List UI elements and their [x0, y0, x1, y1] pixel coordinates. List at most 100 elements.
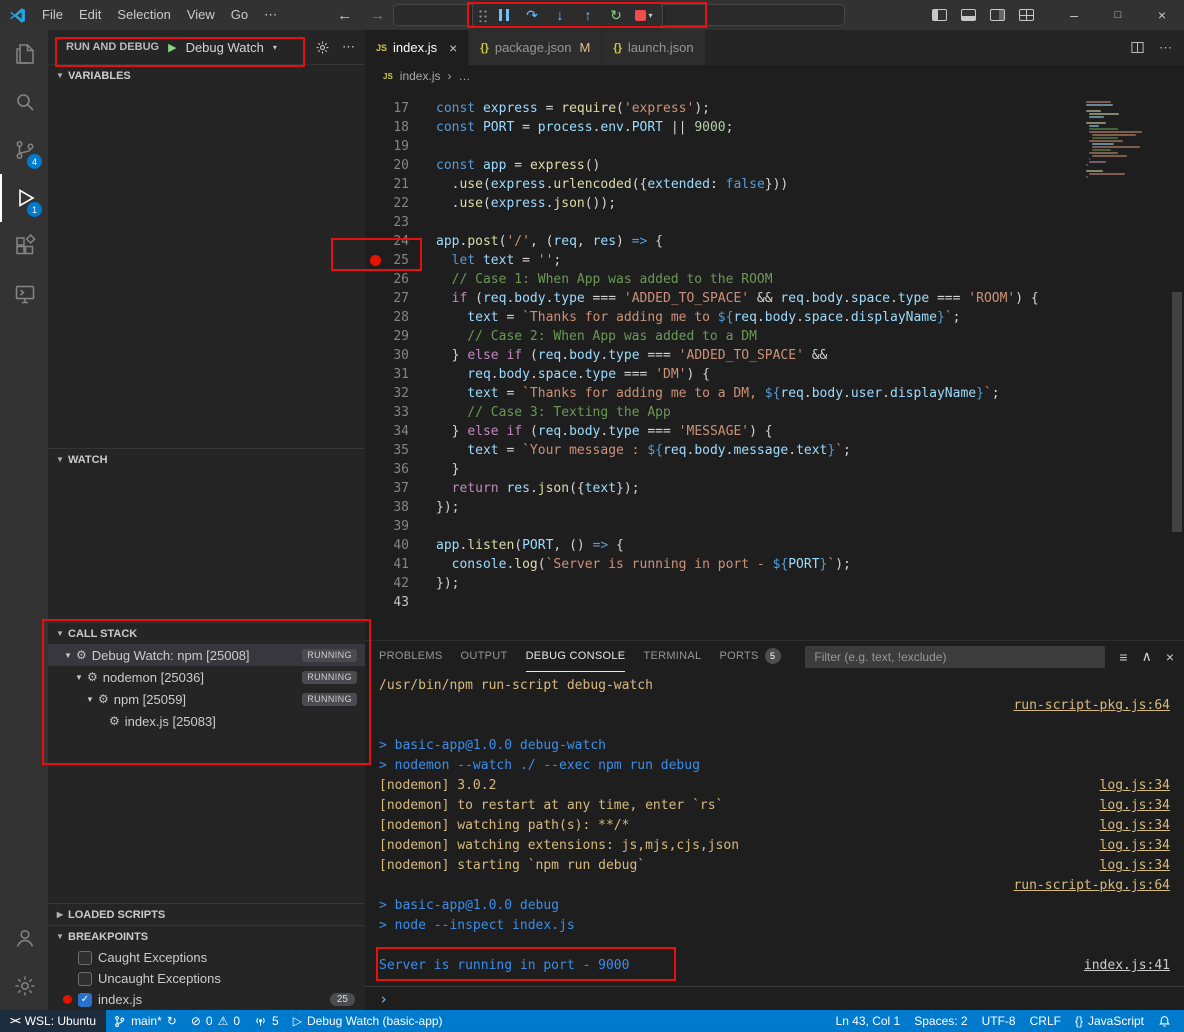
code-line[interactable]: 39 — [365, 517, 1080, 536]
line-number[interactable]: 24 — [385, 232, 409, 251]
source-link[interactable]: log.js:34 — [1100, 856, 1170, 876]
code-line[interactable]: 38}); — [365, 498, 1080, 517]
section-watch[interactable]: ▼ WATCH — [48, 448, 365, 470]
call-stack-row[interactable]: ▼⚙Debug Watch: npm [25008]RUNNING — [48, 644, 365, 666]
code-line[interactable]: 34 } else if (req.body.type === 'MESSAGE… — [365, 422, 1080, 441]
step-into-button[interactable]: ↓ — [547, 5, 573, 25]
code-line[interactable]: 28 text = `Thanks for adding me to ${req… — [365, 308, 1080, 327]
breakpoint-row[interactable]: ✓index.js25 — [48, 989, 365, 1010]
console-filter-input[interactable] — [805, 646, 1105, 668]
glyph-margin[interactable] — [365, 175, 385, 194]
breakpoint-checkbox[interactable] — [78, 972, 92, 986]
code-line[interactable]: 43 — [365, 593, 1080, 612]
glyph-margin[interactable] — [365, 479, 385, 498]
breadcrumb-file[interactable]: index.js — [400, 69, 441, 83]
filter-lines-icon[interactable]: ≡ — [1119, 649, 1127, 665]
line-number[interactable]: 26 — [385, 270, 409, 289]
glyph-margin[interactable] — [365, 498, 385, 517]
menu-item[interactable]: Edit — [71, 0, 109, 30]
editor-tab[interactable]: {}launch.json — [602, 30, 705, 65]
twistie-icon[interactable]: ▼ — [73, 673, 85, 682]
step-over-button[interactable]: ↷ — [519, 5, 545, 25]
maximize-panel-icon[interactable]: ∧ — [1142, 648, 1152, 665]
code-line[interactable]: 19 — [365, 137, 1080, 156]
cursor-position[interactable]: Ln 43, Col 1 — [829, 1010, 908, 1032]
code-editor[interactable]: 17const express = require('express');18c… — [365, 87, 1184, 640]
more-actions-icon[interactable]: ⋯ — [1159, 40, 1172, 56]
notifications-bell[interactable] — [1151, 1010, 1178, 1032]
line-number[interactable]: 34 — [385, 422, 409, 441]
minimize-button[interactable]: – — [1052, 0, 1096, 30]
line-number[interactable]: 17 — [385, 99, 409, 118]
glyph-margin[interactable] — [365, 270, 385, 289]
source-link[interactable]: log.js:34 — [1100, 796, 1170, 816]
customize-layout-icon[interactable] — [1019, 9, 1034, 21]
gear-icon[interactable] — [315, 40, 330, 55]
code-line[interactable]: 17const express = require('express'); — [365, 99, 1080, 118]
code-line[interactable]: 20const app = express() — [365, 156, 1080, 175]
line-number[interactable]: 25 — [385, 251, 409, 270]
language-indicator[interactable]: {} JavaScript — [1068, 1010, 1151, 1032]
pause-button[interactable] — [491, 5, 517, 25]
source-link[interactable]: log.js:34 — [1100, 836, 1170, 856]
panel-tab-problems[interactable]: PROBLEMS — [379, 641, 443, 672]
code-line[interactable]: 31 req.body.space.type === 'DM') { — [365, 365, 1080, 384]
nav-back-icon[interactable]: ← — [337, 7, 352, 24]
code-line[interactable]: 40app.listen(PORT, () => { — [365, 536, 1080, 555]
line-number[interactable]: 35 — [385, 441, 409, 460]
breadcrumb[interactable]: JS index.js › … — [365, 65, 1184, 87]
line-number[interactable]: 42 — [385, 574, 409, 593]
line-number[interactable]: 20 — [385, 156, 409, 175]
editor-tab[interactable]: {}package.jsonM — [469, 30, 602, 65]
minimap[interactable] — [1080, 87, 1170, 640]
menu-item[interactable]: File — [34, 0, 71, 30]
code-line[interactable]: 42}); — [365, 574, 1080, 593]
glyph-margin[interactable] — [365, 137, 385, 156]
sidebar-item-run-and-debug[interactable]: 1 — [0, 174, 48, 222]
source-link[interactable]: index.js:41 — [1084, 956, 1170, 976]
sidebar-item-explorer[interactable] — [0, 30, 48, 78]
git-branch-indicator[interactable]: main* ↻ — [106, 1010, 184, 1032]
more-actions-icon[interactable]: ⋯ — [342, 39, 355, 55]
code-line[interactable]: 27 if (req.body.type === 'ADDED_TO_SPACE… — [365, 289, 1080, 308]
toggle-secondary-sidebar-icon[interactable] — [990, 9, 1005, 21]
problems-indicator[interactable]: ⊘ 0 ⚠ 0 — [184, 1010, 247, 1032]
section-breakpoints[interactable]: ▼ BREAKPOINTS — [48, 925, 365, 947]
debug-session-indicator[interactable]: ▷ Debug Watch (basic-app) — [286, 1010, 450, 1032]
glyph-margin[interactable] — [365, 251, 385, 270]
glyph-margin[interactable] — [365, 365, 385, 384]
scrollbar-thumb[interactable] — [1172, 292, 1182, 532]
debug-console-input[interactable]: › — [365, 986, 1184, 1010]
glyph-margin[interactable] — [365, 346, 385, 365]
eol-indicator[interactable]: CRLF — [1023, 1010, 1068, 1032]
line-number[interactable]: 28 — [385, 308, 409, 327]
glyph-margin[interactable] — [365, 156, 385, 175]
glyph-margin[interactable] — [365, 441, 385, 460]
line-number[interactable]: 21 — [385, 175, 409, 194]
breakpoint-checkbox[interactable] — [78, 951, 92, 965]
code-line[interactable]: 22 .use(express.json()); — [365, 194, 1080, 213]
line-number[interactable]: 39 — [385, 517, 409, 536]
glyph-margin[interactable] — [365, 536, 385, 555]
section-loaded-scripts[interactable]: ▶ LOADED SCRIPTS — [48, 903, 365, 925]
menu-item[interactable]: View — [179, 0, 223, 30]
glyph-margin[interactable] — [365, 327, 385, 346]
glyph-margin[interactable] — [365, 422, 385, 441]
glyph-margin[interactable] — [365, 384, 385, 403]
panel-tab-debug-console[interactable]: DEBUG CONSOLE — [526, 641, 626, 672]
code-line[interactable]: 25 let text = ''; — [365, 251, 1080, 270]
line-number[interactable]: 43 — [385, 593, 409, 612]
step-out-button[interactable]: ↑ — [575, 5, 601, 25]
close-tab-icon[interactable]: × — [449, 40, 457, 56]
code-line[interactable]: 37 return res.json({text}); — [365, 479, 1080, 498]
menu-item[interactable]: Selection — [109, 0, 178, 30]
line-number[interactable]: 29 — [385, 327, 409, 346]
line-number[interactable]: 41 — [385, 555, 409, 574]
close-panel-icon[interactable]: × — [1166, 649, 1174, 665]
toggle-sidebar-icon[interactable] — [932, 9, 947, 21]
launch-config-picker[interactable]: Debug Watch — [186, 40, 264, 55]
source-link[interactable]: run-script-pkg.js:64 — [1013, 696, 1170, 716]
menu-item[interactable]: Go — [223, 0, 256, 30]
breadcrumb-symbol[interactable]: … — [458, 69, 470, 83]
code-line[interactable]: 33 // Case 3: Texting the App — [365, 403, 1080, 422]
